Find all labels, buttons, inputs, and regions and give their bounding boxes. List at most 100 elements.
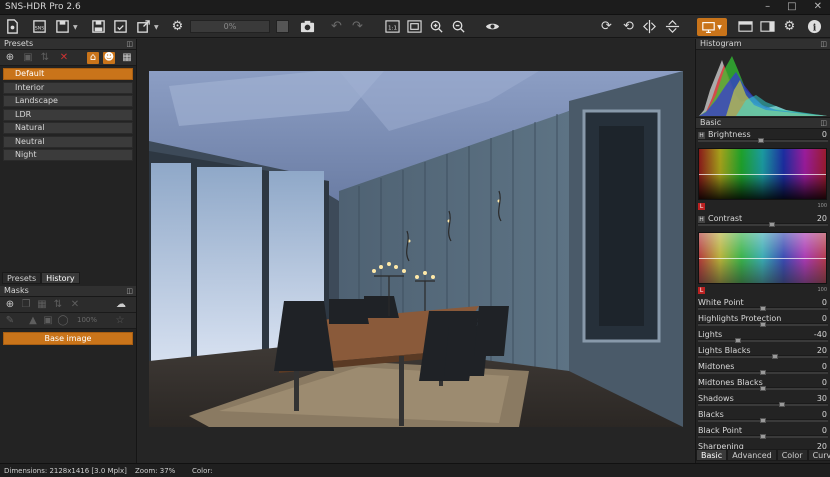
sns-save-dropdown-icon[interactable]: ▼	[73, 24, 78, 31]
export-icon[interactable]	[135, 18, 152, 35]
rotate-cw-icon[interactable]: ⟳	[598, 18, 615, 35]
slider-thumb[interactable]	[760, 370, 766, 375]
rotate-ccw-icon[interactable]: ⟲	[620, 18, 637, 35]
tab-basic[interactable]: Basic	[696, 449, 728, 461]
tab-history[interactable]: History	[41, 272, 80, 284]
basic-slider[interactable]: Blacks 0	[696, 409, 830, 425]
mask-sync-icon[interactable]: ⇅	[52, 299, 64, 311]
brightness-l-icon[interactable]: L	[698, 203, 705, 210]
info-icon[interactable]: i	[806, 18, 823, 35]
mask-image-icon[interactable]: ▦	[36, 299, 48, 311]
new-icon[interactable]	[4, 18, 21, 35]
sns-save-icon[interactable]	[54, 18, 71, 35]
tab-advanced[interactable]: Advanced	[727, 449, 777, 461]
tab-color[interactable]: Color	[776, 449, 808, 461]
home-icon[interactable]: ⌂	[87, 52, 99, 64]
slider-track[interactable]	[698, 355, 828, 358]
preset-item[interactable]: Default	[3, 68, 133, 80]
fit-icon[interactable]	[406, 18, 423, 35]
slider-track[interactable]	[698, 403, 828, 406]
basic-slider[interactable]: Black Point 0	[696, 425, 830, 441]
settings-icon[interactable]: ⚙	[169, 18, 186, 35]
slider-thumb[interactable]	[760, 386, 766, 391]
flip-h-icon[interactable]	[641, 18, 658, 35]
gradient-icon[interactable]: ▣	[42, 315, 54, 327]
slider-thumb[interactable]	[760, 434, 766, 439]
basic-pin-icon[interactable]: ◫	[820, 118, 827, 128]
zoom-out-icon[interactable]	[450, 18, 467, 35]
flip-v-icon[interactable]	[664, 18, 681, 35]
preset-item[interactable]: Natural	[3, 122, 133, 134]
basic-slider[interactable]: Midtones 0	[696, 361, 830, 377]
minimize-button[interactable]: –	[765, 1, 770, 12]
cloud-icon[interactable]: ☁	[115, 299, 127, 311]
slider-thumb[interactable]	[760, 306, 766, 311]
base-image-layer[interactable]: Base image	[3, 332, 133, 345]
circle-icon[interactable]: ◯	[57, 315, 69, 327]
delete-preset-icon[interactable]: ✕	[58, 52, 70, 64]
camera-icon[interactable]	[299, 18, 316, 35]
delete-mask-icon[interactable]: ✕	[69, 299, 81, 311]
brightness-thumb[interactable]	[758, 138, 764, 143]
close-button[interactable]: ✕	[814, 1, 822, 12]
preset-item[interactable]: Neutral	[3, 135, 133, 148]
contrast-colormap[interactable]	[698, 232, 827, 284]
pin-icon[interactable]: ◫	[126, 39, 133, 49]
preset-item[interactable]: Landscape	[3, 95, 133, 107]
slider-thumb[interactable]	[772, 354, 779, 359]
star-icon[interactable]: ☆	[114, 315, 126, 327]
preset-item[interactable]: Interior	[3, 81, 133, 94]
brightness-slider[interactable]: H Brightness 0	[696, 129, 830, 145]
mask-opacity[interactable]: 100%	[77, 316, 97, 324]
lock-icon[interactable]: H	[698, 216, 705, 223]
basic-slider[interactable]: Midtones Blacks 0	[696, 377, 830, 393]
image-viewport[interactable]	[138, 39, 694, 463]
preset-item[interactable]: Night	[3, 149, 133, 161]
brightness-colormap[interactable]	[698, 148, 827, 200]
slider-track[interactable]	[698, 339, 828, 342]
add-preset-icon[interactable]: ⊕	[4, 52, 16, 64]
maximize-button[interactable]: □	[787, 1, 796, 12]
basic-slider[interactable]: Shadows 30	[696, 393, 830, 409]
tab-curves[interactable]: Curves	[807, 449, 830, 461]
basic-slider[interactable]: Lights -40	[696, 329, 830, 345]
zoom-in-icon[interactable]	[428, 18, 445, 35]
tab-presets[interactable]: Presets	[2, 272, 42, 284]
basic-slider[interactable]: Highlights Protection 0	[696, 313, 830, 329]
add-mask-icon[interactable]: ⊕	[4, 299, 16, 311]
redo-icon[interactable]: ↷	[349, 18, 366, 35]
save-preset-icon[interactable]: ▣	[22, 52, 34, 64]
export-dropdown-icon[interactable]: ▼	[154, 24, 159, 31]
screen-mode-icon[interactable]: ▼	[697, 18, 727, 36]
basic-slider[interactable]: Lights Blacks 20	[696, 345, 830, 361]
preview-eye-icon[interactable]	[484, 18, 501, 35]
user-icon[interactable]: ☻	[103, 52, 115, 64]
zoom-1-1-icon[interactable]: 1:1	[384, 18, 401, 35]
contrast-slider[interactable]: H Contrast 20	[696, 213, 830, 229]
sync-preset-icon[interactable]: ⇅	[39, 52, 51, 64]
basic-slider[interactable]: White Point 0	[696, 297, 830, 313]
image-icon[interactable]: ▦	[121, 52, 133, 64]
contrast-thumb[interactable]	[769, 222, 775, 227]
contrast-track[interactable]	[698, 223, 828, 226]
panels-icon[interactable]	[759, 18, 776, 35]
save-icon[interactable]	[90, 18, 107, 35]
slider-thumb[interactable]	[778, 402, 785, 407]
layout-icon[interactable]	[737, 18, 754, 35]
fill-icon[interactable]: ▲	[27, 315, 39, 327]
sns-open-icon[interactable]: SNS	[31, 18, 48, 35]
stop-button[interactable]	[276, 20, 289, 33]
copy-mask-icon[interactable]: ❐	[20, 299, 32, 311]
contrast-l-icon[interactable]: L	[698, 287, 705, 294]
save-as-icon[interactable]	[112, 18, 129, 35]
slider-thumb[interactable]	[760, 322, 766, 327]
brush-icon[interactable]: ✎	[4, 315, 16, 327]
gear-icon[interactable]: ⚙	[781, 18, 798, 35]
slider-thumb[interactable]	[735, 338, 742, 343]
undo-icon[interactable]: ↶	[328, 18, 345, 35]
histogram-pin-icon[interactable]: ◫	[820, 39, 827, 49]
slider-thumb[interactable]	[760, 418, 766, 423]
masks-pin-icon[interactable]: ◫	[126, 286, 133, 296]
preset-item[interactable]: LDR	[3, 108, 133, 121]
lock-icon[interactable]: H	[698, 132, 705, 139]
